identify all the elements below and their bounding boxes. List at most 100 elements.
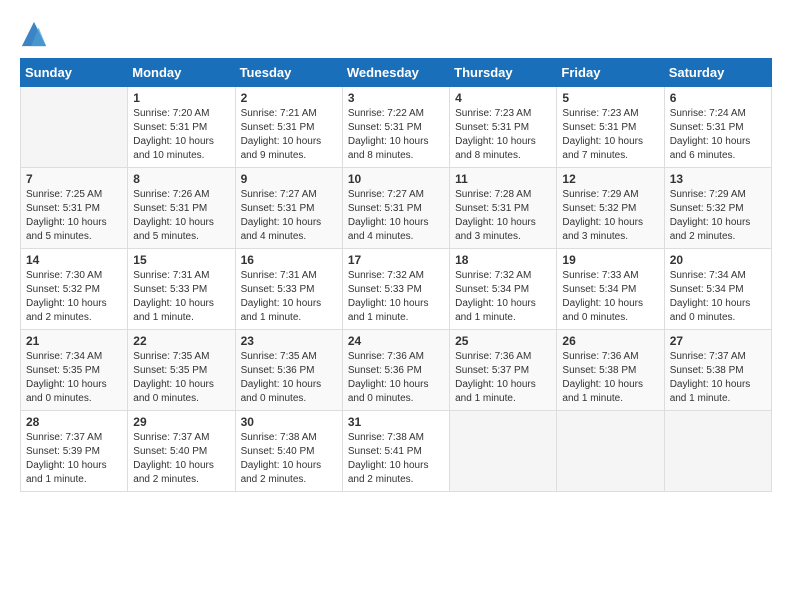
calendar-cell: 20 Sunrise: 7:34 AM Sunset: 5:34 PM Dayli… — [664, 249, 771, 330]
day-number: 7 — [26, 172, 122, 186]
day-number: 28 — [26, 415, 122, 429]
day-info: Sunrise: 7:38 AM Sunset: 5:41 PM Dayligh… — [348, 431, 444, 487]
day-of-week-header: Wednesday — [342, 59, 449, 87]
day-number: 9 — [241, 172, 337, 186]
calendar-header: SundayMondayTuesdayWednesdayThursdayFrid… — [21, 59, 772, 87]
calendar-cell: 21 Sunrise: 7:34 AM Sunset: 5:35 PM Dayli… — [21, 330, 128, 411]
day-number: 12 — [562, 172, 658, 186]
calendar-cell: 13 Sunrise: 7:29 AM Sunset: 5:32 PM Dayli… — [664, 168, 771, 249]
day-info: Sunrise: 7:36 AM Sunset: 5:36 PM Dayligh… — [348, 350, 444, 406]
day-info: Sunrise: 7:21 AM Sunset: 5:31 PM Dayligh… — [241, 107, 337, 163]
day-info: Sunrise: 7:33 AM Sunset: 5:34 PM Dayligh… — [562, 269, 658, 325]
calendar-cell: 24 Sunrise: 7:36 AM Sunset: 5:36 PM Dayli… — [342, 330, 449, 411]
day-number: 23 — [241, 334, 337, 348]
calendar-week-row: 1Sunrise: 7:20 AM Sunset: 5:31 PM Daylig… — [21, 87, 772, 168]
day-number: 14 — [26, 253, 122, 267]
calendar-cell: 9 Sunrise: 7:27 AM Sunset: 5:31 PM Daylig… — [235, 168, 342, 249]
day-number: 3 — [348, 91, 444, 105]
day-info: Sunrise: 7:23 AM Sunset: 5:31 PM Dayligh… — [455, 107, 551, 163]
calendar-week-row: 7 Sunrise: 7:25 AM Sunset: 5:31 PM Daylig… — [21, 168, 772, 249]
calendar-cell: 15Sunrise: 7:31 AM Sunset: 5:33 PM Dayli… — [128, 249, 235, 330]
day-info: Sunrise: 7:37 AM Sunset: 5:39 PM Dayligh… — [26, 431, 122, 487]
calendar-body: 1Sunrise: 7:20 AM Sunset: 5:31 PM Daylig… — [21, 87, 772, 492]
day-number: 27 — [670, 334, 766, 348]
day-info: Sunrise: 7:32 AM Sunset: 5:33 PM Dayligh… — [348, 269, 444, 325]
day-number: 18 — [455, 253, 551, 267]
day-info: Sunrise: 7:24 AM Sunset: 5:31 PM Dayligh… — [670, 107, 766, 163]
calendar-cell: 18 Sunrise: 7:32 AM Sunset: 5:34 PM Dayli… — [450, 249, 557, 330]
day-info: Sunrise: 7:25 AM Sunset: 5:31 PM Dayligh… — [26, 188, 122, 244]
calendar-cell: 22Sunrise: 7:35 AM Sunset: 5:35 PM Dayli… — [128, 330, 235, 411]
page-header — [20, 20, 772, 48]
day-info: Sunrise: 7:34 AM Sunset: 5:34 PM Dayligh… — [670, 269, 766, 325]
calendar-cell: 14Sunrise: 7:30 AM Sunset: 5:32 PM Dayli… — [21, 249, 128, 330]
day-number: 1 — [133, 91, 229, 105]
calendar-cell: 31 Sunrise: 7:38 AM Sunset: 5:41 PM Dayli… — [342, 411, 449, 492]
calendar-cell: 26 Sunrise: 7:36 AM Sunset: 5:38 PM Dayli… — [557, 330, 664, 411]
calendar-cell: 12 Sunrise: 7:29 AM Sunset: 5:32 PM Dayli… — [557, 168, 664, 249]
calendar-cell — [450, 411, 557, 492]
day-number: 16 — [241, 253, 337, 267]
calendar-week-row: 21 Sunrise: 7:34 AM Sunset: 5:35 PM Dayli… — [21, 330, 772, 411]
day-info: Sunrise: 7:36 AM Sunset: 5:37 PM Dayligh… — [455, 350, 551, 406]
day-info: Sunrise: 7:29 AM Sunset: 5:32 PM Dayligh… — [670, 188, 766, 244]
day-of-week-header: Thursday — [450, 59, 557, 87]
calendar-cell: 11Sunrise: 7:28 AM Sunset: 5:31 PM Dayli… — [450, 168, 557, 249]
day-info: Sunrise: 7:31 AM Sunset: 5:33 PM Dayligh… — [241, 269, 337, 325]
day-number: 24 — [348, 334, 444, 348]
day-number: 8 — [133, 172, 229, 186]
day-number: 31 — [348, 415, 444, 429]
day-of-week-header: Friday — [557, 59, 664, 87]
day-number: 30 — [241, 415, 337, 429]
day-of-week-header: Saturday — [664, 59, 771, 87]
day-of-week-header: Monday — [128, 59, 235, 87]
day-number: 29 — [133, 415, 229, 429]
day-number: 26 — [562, 334, 658, 348]
calendar-cell — [664, 411, 771, 492]
calendar-cell: 30 Sunrise: 7:38 AM Sunset: 5:40 PM Dayli… — [235, 411, 342, 492]
day-info: Sunrise: 7:34 AM Sunset: 5:35 PM Dayligh… — [26, 350, 122, 406]
day-info: Sunrise: 7:36 AM Sunset: 5:38 PM Dayligh… — [562, 350, 658, 406]
calendar-cell — [557, 411, 664, 492]
calendar-cell: 19 Sunrise: 7:33 AM Sunset: 5:34 PM Dayli… — [557, 249, 664, 330]
day-number: 17 — [348, 253, 444, 267]
day-number: 20 — [670, 253, 766, 267]
calendar-cell: 28 Sunrise: 7:37 AM Sunset: 5:39 PM Dayli… — [21, 411, 128, 492]
day-info: Sunrise: 7:26 AM Sunset: 5:31 PM Dayligh… — [133, 188, 229, 244]
day-info: Sunrise: 7:35 AM Sunset: 5:35 PM Dayligh… — [133, 350, 229, 406]
calendar-cell: 8 Sunrise: 7:26 AM Sunset: 5:31 PM Daylig… — [128, 168, 235, 249]
calendar-cell: 1Sunrise: 7:20 AM Sunset: 5:31 PM Daylig… — [128, 87, 235, 168]
logo — [20, 20, 52, 48]
calendar-week-row: 28 Sunrise: 7:37 AM Sunset: 5:39 PM Dayli… — [21, 411, 772, 492]
calendar-cell: 25Sunrise: 7:36 AM Sunset: 5:37 PM Dayli… — [450, 330, 557, 411]
day-number: 19 — [562, 253, 658, 267]
day-info: Sunrise: 7:35 AM Sunset: 5:36 PM Dayligh… — [241, 350, 337, 406]
day-number: 13 — [670, 172, 766, 186]
calendar-cell: 4 Sunrise: 7:23 AM Sunset: 5:31 PM Daylig… — [450, 87, 557, 168]
calendar-cell: 27Sunrise: 7:37 AM Sunset: 5:38 PM Dayli… — [664, 330, 771, 411]
calendar-cell: 5Sunrise: 7:23 AM Sunset: 5:31 PM Daylig… — [557, 87, 664, 168]
logo-icon — [20, 20, 48, 48]
day-number: 4 — [455, 91, 551, 105]
day-info: Sunrise: 7:27 AM Sunset: 5:31 PM Dayligh… — [348, 188, 444, 244]
calendar-cell — [21, 87, 128, 168]
calendar-cell: 17 Sunrise: 7:32 AM Sunset: 5:33 PM Dayli… — [342, 249, 449, 330]
day-of-week-header: Sunday — [21, 59, 128, 87]
calendar-cell: 3 Sunrise: 7:22 AM Sunset: 5:31 PM Daylig… — [342, 87, 449, 168]
calendar-cell: 29 Sunrise: 7:37 AM Sunset: 5:40 PM Dayli… — [128, 411, 235, 492]
calendar-week-row: 14Sunrise: 7:30 AM Sunset: 5:32 PM Dayli… — [21, 249, 772, 330]
calendar-table: SundayMondayTuesdayWednesdayThursdayFrid… — [20, 58, 772, 492]
day-number: 21 — [26, 334, 122, 348]
calendar-cell: 23 Sunrise: 7:35 AM Sunset: 5:36 PM Dayli… — [235, 330, 342, 411]
day-info: Sunrise: 7:38 AM Sunset: 5:40 PM Dayligh… — [241, 431, 337, 487]
day-number: 11 — [455, 172, 551, 186]
day-info: Sunrise: 7:32 AM Sunset: 5:34 PM Dayligh… — [455, 269, 551, 325]
day-number: 5 — [562, 91, 658, 105]
day-of-week-header: Tuesday — [235, 59, 342, 87]
day-info: Sunrise: 7:22 AM Sunset: 5:31 PM Dayligh… — [348, 107, 444, 163]
calendar-cell: 7 Sunrise: 7:25 AM Sunset: 5:31 PM Daylig… — [21, 168, 128, 249]
day-number: 6 — [670, 91, 766, 105]
day-info: Sunrise: 7:27 AM Sunset: 5:31 PM Dayligh… — [241, 188, 337, 244]
day-info: Sunrise: 7:37 AM Sunset: 5:40 PM Dayligh… — [133, 431, 229, 487]
day-info: Sunrise: 7:29 AM Sunset: 5:32 PM Dayligh… — [562, 188, 658, 244]
